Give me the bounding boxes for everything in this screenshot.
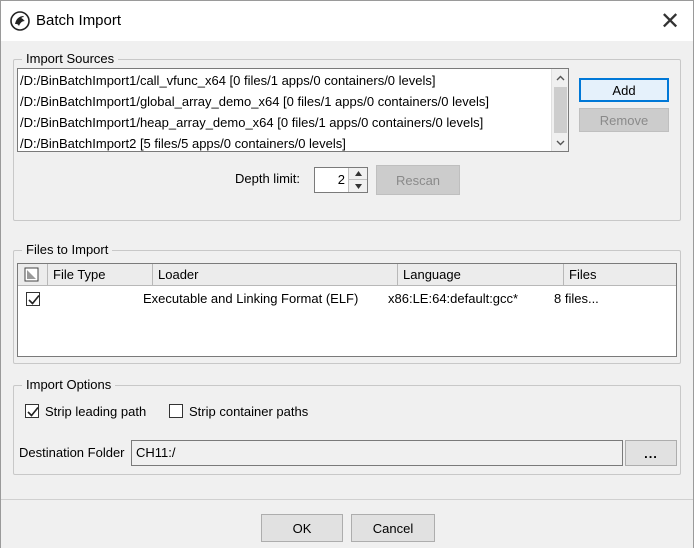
column-file-type[interactable]: File Type — [48, 264, 153, 286]
files-to-import-title: Files to Import — [22, 242, 113, 258]
import-sources-list[interactable]: /D:/BinBatchImport1/call_vfunc_x64 [0 fi… — [17, 68, 569, 152]
row-include-checkbox[interactable] — [26, 292, 40, 306]
column-files[interactable]: Files — [564, 264, 676, 286]
rescan-button[interactable]: Rescan — [376, 165, 460, 195]
checkbox-column-icon[interactable] — [18, 264, 48, 286]
cancel-button[interactable]: Cancel — [351, 514, 435, 542]
cell-language[interactable]: x86:LE:64:default:gcc* — [383, 288, 563, 310]
strip-container-paths-label[interactable]: Strip container paths — [189, 404, 308, 419]
cell-loader[interactable]: Executable and Linking Format (ELF) — [138, 288, 398, 310]
title-bar[interactable]: Batch Import ✕ — [1, 1, 693, 41]
spinner-down-icon[interactable] — [349, 180, 367, 192]
table-header: File Type Loader Language Files — [18, 264, 676, 286]
add-button[interactable]: Add — [579, 78, 669, 102]
window-title: Batch Import — [36, 12, 122, 29]
batch-import-dialog: Batch Import ✕ Import Sources /D:/BinBat… — [0, 0, 694, 548]
files-table[interactable]: File Type Loader Language Files Executab… — [17, 263, 677, 357]
ok-button[interactable]: OK — [261, 514, 343, 542]
remove-button[interactable]: Remove — [579, 108, 669, 132]
chevron-down-icon[interactable] — [552, 134, 568, 151]
column-language[interactable]: Language — [398, 264, 564, 286]
strip-leading-path-label[interactable]: Strip leading path — [45, 404, 146, 419]
import-sources-title: Import Sources — [22, 51, 119, 67]
sources-scrollbar[interactable] — [551, 69, 568, 151]
source-item[interactable]: /D:/BinBatchImport1/global_array_demo_x6… — [20, 91, 550, 112]
source-item[interactable]: /D:/BinBatchImport2 [5 files/5 apps/0 co… — [20, 133, 550, 151]
source-item[interactable]: /D:/BinBatchImport1/heap_array_demo_x64 … — [20, 112, 550, 133]
destination-folder-label: Destination Folder — [19, 445, 125, 460]
close-button[interactable]: ✕ — [647, 1, 693, 41]
spinner-up-icon[interactable] — [349, 168, 367, 180]
column-loader[interactable]: Loader — [153, 264, 398, 286]
import-options-title: Import Options — [22, 377, 116, 393]
source-item[interactable]: /D:/BinBatchImport1/call_vfunc_x64 [0 fi… — [20, 70, 550, 91]
scroll-thumb[interactable] — [554, 87, 567, 133]
depth-limit-value[interactable]: 2 — [338, 172, 345, 187]
depth-limit-spinner[interactable]: 2 — [314, 167, 368, 193]
depth-limit-label: Depth limit: — [235, 171, 301, 186]
destination-folder-field[interactable]: CH11:/ — [131, 440, 623, 466]
cell-files[interactable]: 8 files... — [549, 288, 661, 310]
strip-container-paths-checkbox[interactable] — [169, 404, 183, 418]
strip-leading-path-checkbox[interactable] — [25, 404, 39, 418]
browse-destination-button[interactable]: ... — [625, 440, 677, 466]
chevron-up-icon[interactable] — [552, 69, 568, 86]
dialog-footer: OK Cancel — [1, 499, 693, 548]
ghidra-dragon-icon — [10, 11, 30, 31]
